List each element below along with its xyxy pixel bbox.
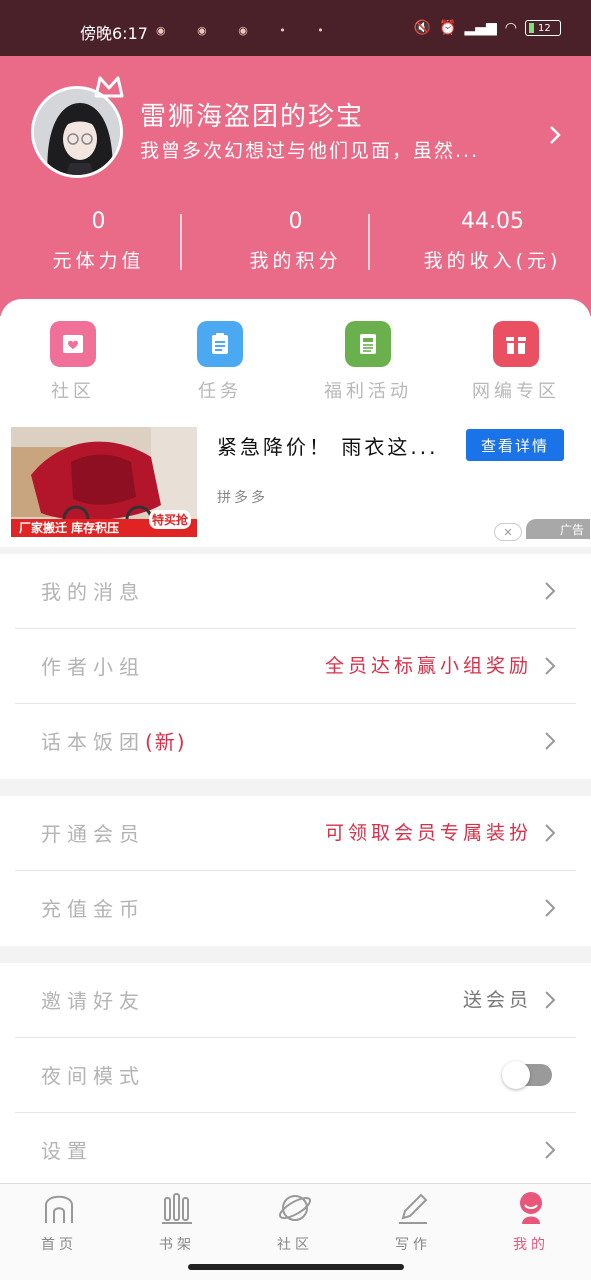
chevron-right-icon <box>545 657 556 675</box>
stat-value: 44.05 <box>461 209 524 234</box>
community-icon <box>50 321 96 367</box>
planet-icon <box>278 1195 312 1221</box>
profile-name: 雷狮海盗团的珍宝 <box>140 102 365 132</box>
gift-icon <box>493 321 539 367</box>
menu-item-recharge[interactable]: 充值金币 <box>15 871 576 946</box>
tab-bookshelf[interactable]: 书架 <box>118 1190 236 1254</box>
menu-item-label-text: 话本饭团 <box>41 730 145 754</box>
night-mode-toggle[interactable] <box>502 1061 552 1089</box>
stat-value: 0 <box>91 209 106 234</box>
profile-header[interactable]: 雷狮海盗团的珍宝 我曾多次幻想过与他们见面，虽然... 0 元体力值 0 我的积… <box>0 56 591 316</box>
battery-level: 12 <box>538 22 551 34</box>
chevron-right-icon <box>545 1141 556 1159</box>
quick-link-task[interactable]: 任务 <box>150 321 290 403</box>
stat-label: 元体力值 <box>52 250 145 272</box>
menu-item-settings[interactable]: 设置 <box>15 1113 576 1188</box>
stat-value: 0 <box>288 209 303 234</box>
tab-me[interactable]: 我的 <box>472 1190 590 1254</box>
quick-link-editor-zone[interactable]: 网编专区 <box>446 321 586 403</box>
menu-item-label: 夜间模式 <box>41 1064 145 1088</box>
menu-item-label: 设置 <box>41 1139 93 1163</box>
tab-home[interactable]: 首页 <box>0 1190 118 1254</box>
menu-item-vip[interactable]: 开通会员 可领取会员专属装扮 <box>15 796 576 871</box>
home-icon <box>45 1195 73 1223</box>
ad-image-tag: 特买抢 <box>148 510 191 529</box>
menu-item-label: 作者小组 <box>41 655 145 679</box>
tab-label: 首页 <box>41 1237 77 1253</box>
tab-label: 社区 <box>277 1237 313 1253</box>
profile-signature: 我曾多次幻想过与他们见面，虽然... <box>140 140 480 162</box>
bookshelf-icon <box>162 1193 192 1224</box>
alarm-icon: ⏰ <box>439 20 457 36</box>
quick-link-community[interactable]: 社区 <box>3 321 143 403</box>
new-badge: (新) <box>145 730 187 754</box>
stat-points[interactable]: 0 我的积分 <box>197 206 394 273</box>
menu-item-label: 话本饭团(新) <box>41 726 187 755</box>
menu-item-invite[interactable]: 邀请好友 送会员 <box>15 963 576 1038</box>
battery-icon: 12 <box>525 20 561 36</box>
home-indicator[interactable] <box>188 1264 404 1270</box>
menu-item-value: 全员达标赢小组奖励 <box>324 655 532 677</box>
menu-item-label: 我的消息 <box>41 580 145 604</box>
tab-label: 书架 <box>159 1237 195 1253</box>
status-time: 傍晚6:17 <box>80 24 148 43</box>
wifi-icon: ◠ <box>504 20 517 36</box>
menu-item-value: 可领取会员专属装扮 <box>324 822 532 844</box>
chevron-right-icon <box>545 732 556 750</box>
menu-group-1: 我的消息 作者小组 全员达标赢小组奖励 话本饭团(新) <box>0 554 591 779</box>
menu-item-label: 充值金币 <box>41 897 145 921</box>
chevron-right-icon <box>545 899 556 917</box>
chevron-right-icon <box>545 582 556 600</box>
ad-image-caption: 厂家搬迁 库存积压 <box>19 521 120 535</box>
chevron-right-icon <box>545 991 556 1009</box>
menu-group-2: 开通会员 可领取会员专属装扮 充值金币 <box>0 796 591 946</box>
menu-item-fan-group[interactable]: 话本饭团(新) <box>15 704 576 779</box>
ad-image[interactable]: 厂家搬迁 库存积压 特买抢 <box>11 427 197 537</box>
tab-community[interactable]: 社区 <box>236 1190 354 1254</box>
profile-stats: 0 元体力值 0 我的积分 44.05 我的收入(元) <box>0 206 591 273</box>
welfare-icon <box>345 321 391 367</box>
stat-stamina[interactable]: 0 元体力值 <box>0 206 197 273</box>
menu-item-messages[interactable]: 我的消息 <box>15 554 576 629</box>
tab-write[interactable]: 写作 <box>354 1190 472 1254</box>
ad-details-button[interactable]: 查看详情 <box>466 429 564 461</box>
menu-item-night-mode: 夜间模式 <box>15 1038 576 1113</box>
chevron-right-icon <box>545 824 556 842</box>
ad-close-button[interactable]: ✕ <box>494 523 522 541</box>
tab-label: 写作 <box>395 1237 431 1253</box>
menu-group-3: 邀请好友 送会员 夜间模式 设置 <box>0 963 591 1183</box>
stat-label: 我的收入(元) <box>423 250 562 272</box>
stat-income[interactable]: 44.05 我的收入(元) <box>394 206 591 273</box>
pencil-icon <box>399 1193 428 1224</box>
ad-banner[interactable]: 厂家搬迁 库存积压 特买抢 紧急降价！ 雨衣这... 查看详情 拼多多 ✕ 广告 <box>0 427 591 545</box>
ad-source: 拼多多 <box>217 490 268 506</box>
status-bar: 傍晚6:17 ◉ ◉ ◉ • • 🔇 ⏰ ▂▄▆ ◠ 12 <box>0 0 591 56</box>
profile-icon <box>520 1192 542 1224</box>
quick-link-label: 社区 <box>51 381 95 402</box>
signal-icon: ▂▄▆ <box>464 20 497 36</box>
quick-link-welfare[interactable]: 福利活动 <box>298 321 438 403</box>
status-right-icons: 🔇 ⏰ ▂▄▆ ◠ 12 <box>414 20 561 36</box>
stat-divider <box>368 214 370 270</box>
menu-item-value: 送会员 <box>462 989 532 1011</box>
tab-label: 我的 <box>513 1237 549 1253</box>
notification-icons: ◉ ◉ ◉ • • <box>156 24 338 37</box>
quick-link-label: 网编专区 <box>472 381 560 402</box>
menu-item-label: 开通会员 <box>41 822 145 846</box>
crown-icon <box>94 76 124 98</box>
chevron-right-icon[interactable] <box>548 124 562 146</box>
stat-label: 我的积分 <box>249 250 342 272</box>
task-icon <box>197 321 243 367</box>
toggle-knob <box>502 1061 530 1089</box>
menu-item-label: 邀请好友 <box>41 989 145 1013</box>
menu-item-author-group[interactable]: 作者小组 全员达标赢小组奖励 <box>15 629 576 704</box>
quick-links-card: 社区 任务 福利活动 网编专区 厂家搬迁 库存积压 特买抢 紧急降价！ 雨衣这.… <box>0 299 591 547</box>
ad-badge: 广告 <box>526 519 590 539</box>
quick-link-label: 任务 <box>198 381 242 402</box>
quick-link-label: 福利活动 <box>324 381 412 402</box>
stat-divider <box>180 214 182 270</box>
ad-title[interactable]: 紧急降价！ 雨衣这... <box>217 431 438 460</box>
mute-icon: 🔇 <box>413 20 432 36</box>
